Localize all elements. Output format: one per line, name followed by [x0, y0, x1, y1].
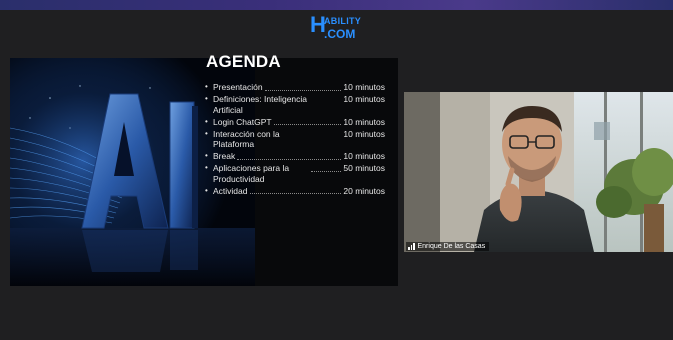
bullet-icon: • — [205, 116, 208, 126]
bullet-icon: • — [205, 128, 208, 138]
hability-logo: H ABILITY .COM — [310, 14, 370, 44]
dotted-leader — [311, 171, 342, 172]
agenda-item-time: 10 minutos — [343, 151, 385, 161]
agenda-item-label: Interacción con la Plataforma — [213, 128, 280, 150]
dotted-leader — [237, 158, 342, 160]
agenda-item-time: 50 minutos — [343, 163, 385, 173]
agenda-item-label: Break — [213, 151, 236, 161]
agenda-item-label: Login ChatGPT — [213, 116, 272, 127]
participant-video-tile[interactable]: Enrique De las Casas — [404, 92, 673, 252]
agenda-item: • Aplicaciones para la Productividad 50 … — [205, 163, 385, 184]
dotted-leader — [264, 89, 342, 91]
agenda-item-time: 10 minutos — [343, 116, 385, 127]
agenda-item-label: Aplicaciones para la Productividad — [213, 163, 290, 184]
agenda-item-label: Presentación — [213, 82, 263, 92]
agenda-item: • Interacción con la Plataforma 10 minut… — [205, 129, 385, 150]
agenda-item: • Presentación 10 minutos — [205, 82, 385, 93]
agenda-item-label: Definiciones: Inteligencia Artificial — [213, 94, 308, 115]
agenda-item: • Definiciones: Inteligencia Artificial … — [205, 94, 385, 115]
agenda-item: • Actividad 20 minutos — [205, 186, 385, 197]
dotted-leader — [273, 124, 342, 125]
agenda-item-label: Actividad — [213, 185, 248, 196]
agenda-list: • Presentación 10 minutos • Definiciones… — [205, 82, 385, 198]
agenda-item: • Break 10 minutos — [205, 151, 385, 162]
agenda-item-time: 10 minutos — [343, 94, 385, 104]
participant-name: Enrique De las Casas — [417, 243, 486, 250]
bullet-icon: • — [205, 94, 208, 103]
dotted-leader — [249, 193, 342, 194]
agenda-item: • Login ChatGPT 10 minutos — [205, 117, 385, 128]
participant-name-tag: Enrique De las Casas — [406, 242, 490, 251]
agenda-item-time: 10 minutos — [343, 82, 385, 92]
agenda-title: AGENDA — [206, 52, 281, 71]
participant-video-frame — [404, 92, 673, 252]
agenda-item-time: 20 minutos — [343, 185, 385, 196]
signal-bars-icon — [408, 243, 415, 250]
agenda-item-time: 10 minutos — [343, 128, 385, 139]
bullet-icon: • — [205, 151, 208, 160]
bullet-icon: • — [205, 82, 208, 91]
logo-bottom-text: .COM — [324, 27, 356, 41]
bullet-icon: • — [205, 163, 208, 172]
meeting-screen: H ABILITY .COM AGENDA • Presentación 10 … — [0, 0, 673, 340]
top-accent-divider — [0, 10, 673, 12]
bullet-icon: • — [205, 185, 208, 195]
logo-top-text: ABILITY — [324, 16, 362, 26]
